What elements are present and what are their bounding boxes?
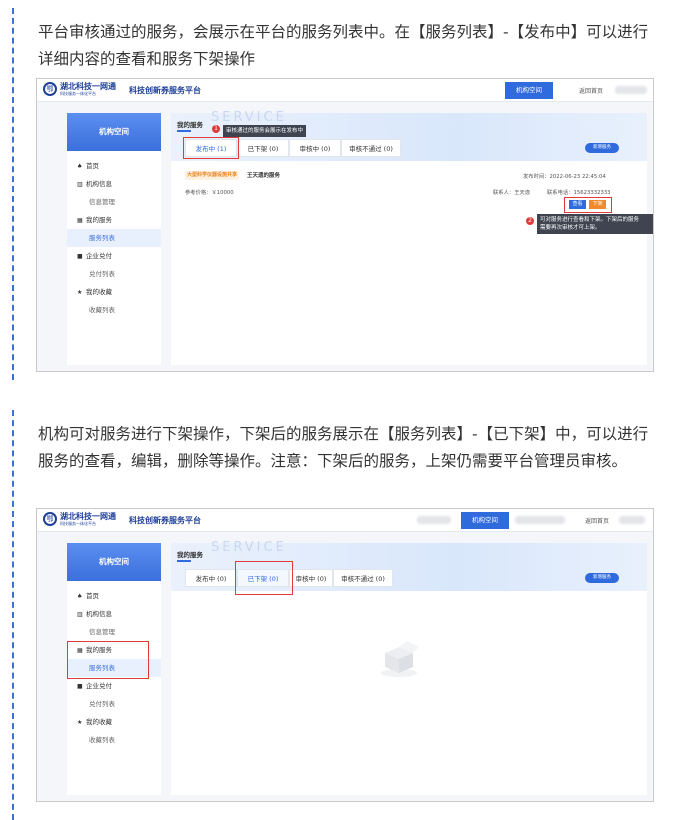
grid-icon: ▦ bbox=[77, 217, 83, 224]
highlight-action-buttons bbox=[564, 197, 612, 213]
logo-icon: 鄂 bbox=[43, 512, 57, 526]
square-icon: ■ bbox=[77, 683, 83, 690]
star-icon: ★ bbox=[77, 719, 83, 726]
sidebar: 机构空间 ♠ 首页 ▥ 机构信息 信息管理 ▦ 我的服务 服务列表 ■ 企业兑付 兑付列… bbox=[67, 113, 161, 365]
logo-subtitle: 科技服务一体化平台 bbox=[60, 90, 96, 96]
service-price: 参考价格：￥10000 bbox=[185, 190, 234, 196]
main-panel: SERVICE 我的服务 新增服务 发布中 (0) 已下架 (0) 审核中 (0… bbox=[171, 540, 647, 795]
service-name[interactable]: 王天遗的服务 bbox=[247, 171, 280, 179]
sidebar-item-home[interactable]: ♠ 首页 bbox=[67, 587, 161, 605]
home-icon: ♠ bbox=[77, 593, 83, 600]
blurred-nav-item bbox=[417, 516, 451, 524]
sidebar-item-service-list[interactable]: 服务列表 bbox=[67, 229, 161, 247]
home-link[interactable]: 返回首页 bbox=[579, 86, 603, 95]
site-header: 鄂 湖北科技一网通 科技服务一体化平台 科技创新券服务平台 机构空间 返回首页 bbox=[37, 509, 653, 532]
highlight-service-menu bbox=[67, 641, 149, 679]
annotation-2-tooltip: 可对服务进行查看和下架。下架后的服务 需要再次审核才可上架。 bbox=[537, 214, 653, 234]
sidebar-title: 机构空间 bbox=[67, 543, 161, 581]
blurred-username bbox=[619, 516, 645, 524]
logo: 鄂 湖北科技一网通 科技服务一体化平台 bbox=[43, 82, 116, 96]
hero-decoration: SERVICE bbox=[211, 110, 287, 125]
sidebar-item-favorite-list[interactable]: 收藏列表 bbox=[67, 731, 161, 749]
tab-rejected[interactable]: 审核不通过 (0) bbox=[341, 139, 401, 157]
annotation-2-line-2: 需要再次审核才可上架。 bbox=[540, 225, 601, 231]
org-space-tab[interactable]: 机构空间 bbox=[505, 82, 553, 99]
paragraph-1: 平台审核通过的服务，会展示在平台的服务列表中。在【服务列表】-【发布中】可以进行… bbox=[38, 23, 649, 68]
sidebar-item-home[interactable]: ♠ 首页 bbox=[67, 157, 161, 175]
blurred-username bbox=[615, 86, 647, 94]
blurred-nav-item bbox=[515, 516, 565, 524]
publish-time: 发布时间：2022-06-23 22:45:04 bbox=[523, 174, 606, 180]
annotation-2-marker: 2 bbox=[526, 217, 534, 225]
tab-reviewing[interactable]: 审核中 (0) bbox=[289, 139, 341, 157]
annotation-1-marker: 1 bbox=[212, 125, 220, 133]
sidebar-item-payment[interactable]: ■ 企业兑付 bbox=[67, 247, 161, 265]
left-dashed-guide bbox=[12, 410, 14, 820]
sidebar-item-info-manage[interactable]: 信息管理 bbox=[67, 193, 161, 211]
section-title: 我的服务 bbox=[177, 551, 203, 559]
org-space-tab[interactable]: 机构空间 bbox=[461, 512, 509, 529]
sidebar-item-payment-list[interactable]: 兑付列表 bbox=[67, 695, 161, 713]
new-service-button[interactable]: 新增服务 bbox=[585, 573, 619, 583]
annotation-1-tooltip: 审核通过的服务会展示在发布中 bbox=[223, 125, 307, 137]
sidebar-item-my-services[interactable]: ▦ 我的服务 bbox=[67, 211, 161, 229]
section-title-underline bbox=[177, 560, 191, 562]
chart-icon: ▥ bbox=[77, 611, 83, 618]
highlight-offline-tab bbox=[235, 561, 293, 595]
site-title: 科技创新券服务平台 bbox=[129, 86, 201, 95]
logo-icon: 鄂 bbox=[43, 82, 57, 96]
tab-published[interactable]: 发布中 (0) bbox=[185, 569, 237, 587]
sidebar-item-favorite-list[interactable]: 收藏列表 bbox=[67, 301, 161, 319]
hero-decoration: SERVICE bbox=[211, 540, 287, 555]
annotation-2-line-1: 可对服务进行查看和下架。下架后的服务 bbox=[540, 217, 640, 223]
logo-subtitle: 科技服务一体化平台 bbox=[60, 520, 96, 526]
tab-offline[interactable]: 已下架 (0) bbox=[237, 139, 289, 157]
left-dashed-guide bbox=[12, 8, 14, 380]
sidebar-item-payment-list[interactable]: 兑付列表 bbox=[67, 265, 161, 283]
star-icon: ★ bbox=[77, 289, 83, 296]
logo-name: 湖北科技一网通 bbox=[60, 511, 116, 521]
sidebar-item-favorites[interactable]: ★ 我的收藏 bbox=[67, 713, 161, 731]
empty-box-icon bbox=[381, 641, 419, 677]
section-title: 我的服务 bbox=[177, 121, 203, 129]
tab-rejected[interactable]: 审核不通过 (0) bbox=[333, 569, 393, 587]
logo: 鄂 湖北科技一网通 科技服务一体化平台 bbox=[43, 512, 116, 526]
section-title-underline bbox=[177, 130, 191, 132]
contact-phone: 联系电话：15623332333 bbox=[547, 190, 611, 196]
home-link[interactable]: 返回首页 bbox=[585, 516, 609, 525]
tab-reviewing[interactable]: 审核中 (0) bbox=[289, 569, 333, 587]
screenshot-published: 鄂 湖北科技一网通 科技服务一体化平台 科技创新券服务平台 机构空间 返回首页 … bbox=[36, 78, 654, 372]
sidebar-item-payment[interactable]: ■ 企业兑付 bbox=[67, 677, 161, 695]
square-icon: ■ bbox=[77, 253, 83, 260]
sidebar-item-info-manage[interactable]: 信息管理 bbox=[67, 623, 161, 641]
sidebar-item-favorites[interactable]: ★ 我的收藏 bbox=[67, 283, 161, 301]
sidebar-item-org-info[interactable]: ▥ 机构信息 bbox=[67, 605, 161, 623]
main-panel: SERVICE 我的服务 新增服务 发布中 (1) 已下架 (0) 审核中 (0… bbox=[171, 110, 653, 365]
site-header: 鄂 湖北科技一网通 科技服务一体化平台 科技创新券服务平台 机构空间 返回首页 bbox=[37, 79, 653, 102]
screenshot-offline: 鄂 湖北科技一网通 科技服务一体化平台 科技创新券服务平台 机构空间 返回首页 … bbox=[36, 508, 654, 802]
new-service-button[interactable]: 新增服务 bbox=[585, 143, 619, 153]
chart-icon: ▥ bbox=[77, 181, 83, 188]
highlight-published-tab bbox=[183, 137, 239, 159]
sidebar-item-org-info[interactable]: ▥ 机构信息 bbox=[67, 175, 161, 193]
site-title: 科技创新券服务平台 bbox=[129, 516, 201, 525]
logo-name: 湖北科技一网通 bbox=[60, 81, 116, 91]
contact-person: 联系人：王天逸 bbox=[493, 190, 531, 196]
paragraph-2: 机构可对服务进行下架操作，下架后的服务展示在【服务列表】-【已下架】中，可以进行… bbox=[38, 425, 649, 470]
service-category-badge: 大型科学仪器设施共享 bbox=[185, 171, 240, 180]
sidebar-title: 机构空间 bbox=[67, 113, 161, 151]
home-icon: ♠ bbox=[77, 163, 83, 170]
